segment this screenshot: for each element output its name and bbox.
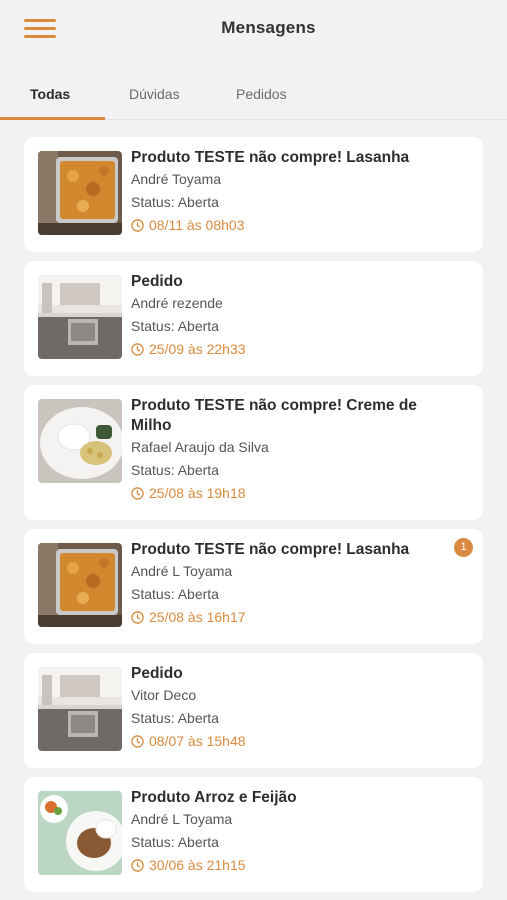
message-title: Produto Arroz e Feijão bbox=[131, 789, 297, 806]
message-author: André L Toyama bbox=[131, 563, 233, 579]
message-author: André rezende bbox=[131, 295, 223, 311]
message-status: Status: Aberta bbox=[131, 462, 219, 478]
clock-icon bbox=[131, 735, 144, 748]
tab-pedidos[interactable]: Pedidos bbox=[236, 86, 287, 102]
message-card[interactable]: Produto Arroz e Feijão André L Toyama St… bbox=[24, 777, 483, 892]
unread-count-badge: 1 bbox=[454, 538, 473, 557]
page-title: Mensagens bbox=[221, 18, 316, 37]
message-date: 25/08 às 19h18 bbox=[131, 482, 461, 505]
message-date-text: 25/08 às 16h17 bbox=[149, 609, 246, 625]
message-status: Status: Aberta bbox=[131, 586, 219, 602]
message-date: 08/07 às 15h48 bbox=[131, 730, 461, 753]
message-status: Status: Aberta bbox=[131, 194, 219, 210]
message-status: Status: Aberta bbox=[131, 318, 219, 334]
app-header: Mensagens bbox=[0, 0, 507, 58]
rice-beans-thumbnail bbox=[38, 791, 122, 875]
message-date: 25/08 às 16h17 bbox=[131, 606, 461, 629]
message-date-text: 25/08 às 19h18 bbox=[149, 485, 246, 501]
message-date-text: 25/09 às 22h33 bbox=[149, 341, 246, 357]
message-title: Produto TESTE não compre! Lasanha bbox=[131, 149, 410, 166]
message-card[interactable]: Pedido Vitor Deco Status: Aberta 08/07 à… bbox=[24, 653, 483, 768]
tab-bar: Todas Dúvidas Pedidos bbox=[0, 76, 507, 120]
message-date: 08/11 às 08h03 bbox=[131, 214, 461, 237]
kitchen-thumbnail bbox=[38, 275, 122, 359]
clock-icon bbox=[131, 611, 144, 624]
tab-todas[interactable]: Todas bbox=[30, 86, 70, 102]
message-author: André Toyama bbox=[131, 171, 222, 187]
message-card[interactable]: Produto TESTE não compre! Lasanha André … bbox=[24, 137, 483, 252]
message-date: 25/09 às 22h33 bbox=[131, 338, 461, 361]
message-date-text: 08/11 às 08h03 bbox=[149, 217, 245, 233]
message-status: Status: Aberta bbox=[131, 710, 219, 726]
message-card[interactable]: Pedido André rezende Status: Aberta 25/0… bbox=[24, 261, 483, 376]
active-tab-indicator bbox=[0, 117, 105, 120]
corn-cream-thumbnail bbox=[38, 399, 122, 483]
clock-icon bbox=[131, 487, 144, 500]
message-title: Pedido bbox=[131, 273, 183, 290]
clock-icon bbox=[131, 859, 144, 872]
kitchen-thumbnail bbox=[38, 667, 122, 751]
message-status: Status: Aberta bbox=[131, 834, 219, 850]
message-author: Vitor Deco bbox=[131, 687, 197, 703]
message-author: Rafael Araujo da Silva bbox=[131, 439, 269, 455]
message-title: Pedido bbox=[131, 665, 183, 682]
message-date-text: 30/06 às 21h15 bbox=[149, 857, 246, 873]
message-author: André L Toyama bbox=[131, 811, 233, 827]
tab-duvidas[interactable]: Dúvidas bbox=[129, 86, 180, 102]
lasagna-thumbnail bbox=[38, 151, 122, 235]
clock-icon bbox=[131, 219, 144, 232]
message-card[interactable]: Produto TESTE não compre! Lasanha André … bbox=[24, 529, 483, 644]
message-date-text: 08/07 às 15h48 bbox=[149, 733, 246, 749]
message-title: Produto TESTE não compre! Lasanha bbox=[131, 541, 410, 558]
message-card[interactable]: Produto TESTE não compre! Creme de Milho… bbox=[24, 385, 483, 520]
message-date: 30/06 às 21h15 bbox=[131, 854, 461, 877]
lasagna-thumbnail bbox=[38, 543, 122, 627]
clock-icon bbox=[131, 343, 144, 356]
message-title: Produto TESTE não compre! Creme de Milho bbox=[131, 397, 417, 434]
